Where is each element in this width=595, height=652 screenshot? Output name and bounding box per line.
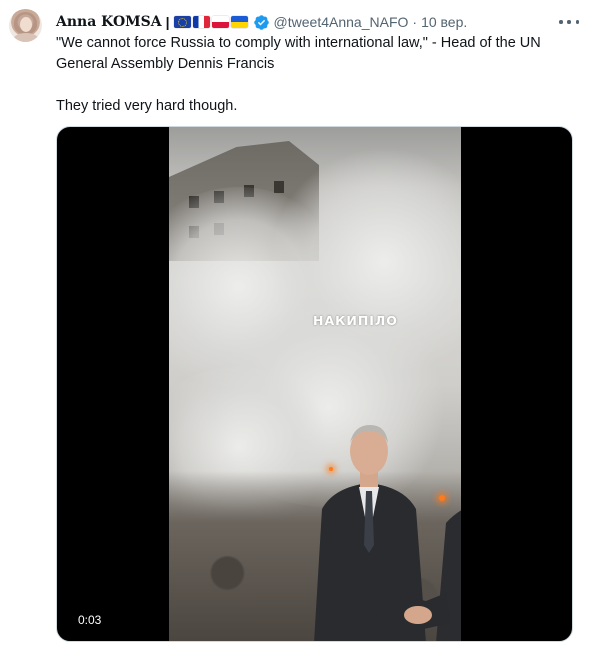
video-watermark: НАКИПІЛО <box>313 313 398 328</box>
tweet-paragraph: "We cannot force Russia to comply with i… <box>56 35 541 72</box>
name-separator: | <box>165 14 170 30</box>
tweet-text: "We cannot force Russia to comply with i… <box>56 33 581 117</box>
tweet[interactable]: Anna KOMSA | @tweet4Anna_NAFO · 10 вер. … <box>0 0 595 652</box>
author-name[interactable]: Anna KOMSA <box>56 12 162 32</box>
more-dot <box>559 20 563 24</box>
flag-france-icon <box>192 16 210 28</box>
tweet-header: Anna KOMSA | @tweet4Anna_NAFO · 10 вер. <box>56 12 467 32</box>
avatar[interactable] <box>9 9 42 42</box>
video-timestamp: 0:03 <box>73 611 107 629</box>
more-options-icon[interactable] <box>559 14 579 30</box>
verified-badge-icon <box>253 14 269 30</box>
header-dot: · <box>412 14 418 30</box>
avatar-shoulders <box>13 33 39 42</box>
flag-ukraine-icon <box>230 16 248 28</box>
tweet-paragraph: They tried very hard though. <box>56 98 238 114</box>
more-dot <box>575 20 579 24</box>
tweet-date[interactable]: 10 вер. <box>421 12 467 32</box>
avatar-face <box>20 17 32 32</box>
video-player[interactable]: НАКИПІЛО 0:03 <box>56 126 573 642</box>
video-frame[interactable]: НАКИПІЛО <box>169 127 461 641</box>
flag-eu-icon <box>173 16 191 28</box>
flag-poland-icon <box>211 16 229 28</box>
building-window <box>274 181 284 193</box>
more-dot <box>567 20 571 24</box>
author-handle[interactable]: @tweet4Anna_NAFO <box>274 12 409 32</box>
man-right-figure <box>376 510 461 641</box>
